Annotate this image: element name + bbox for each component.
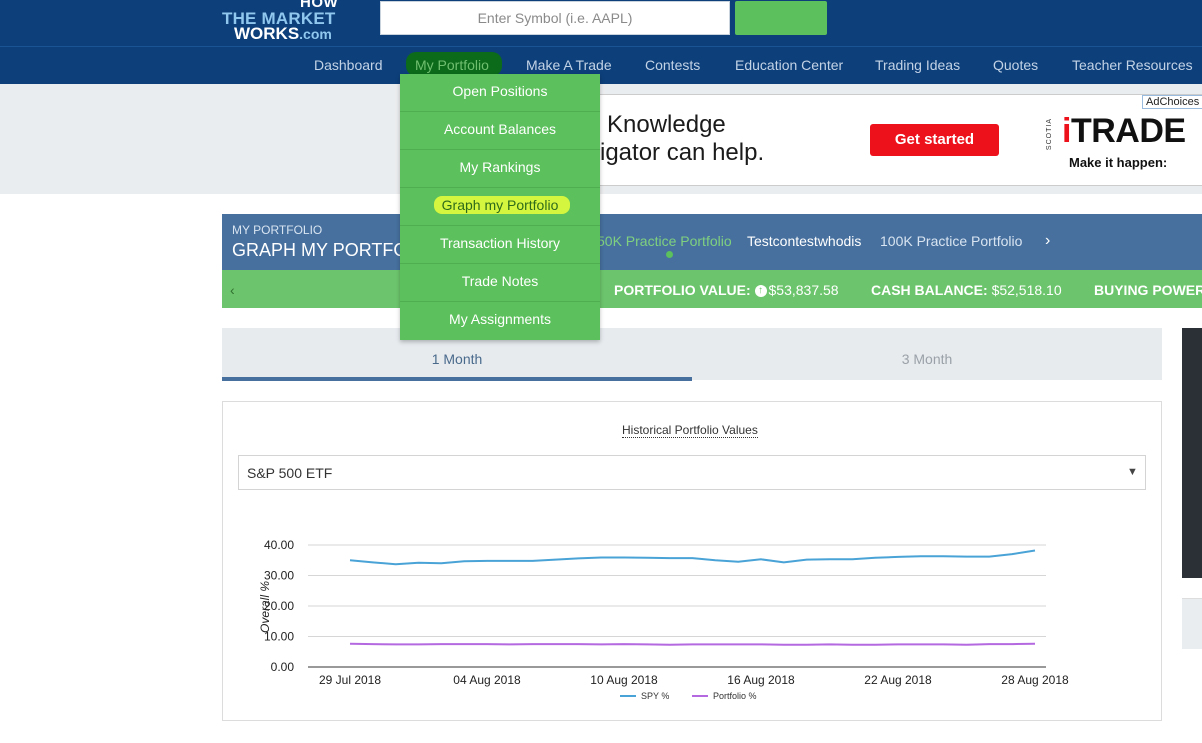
menu-item-trade-notes[interactable]: Trade Notes: [400, 264, 600, 302]
x-tick-label: 28 Aug 2018: [1001, 673, 1069, 687]
menu-item-my-rankings[interactable]: My Rankings: [400, 150, 600, 188]
legend-label: Portfolio %: [713, 691, 757, 701]
portfolio-line-chart: 40.0030.0020.0010.000.00 29 Jul 2018 04 A…: [258, 538, 1069, 701]
nav-teacher-resources[interactable]: Teacher Resources: [1072, 57, 1193, 73]
nav-make-a-trade[interactable]: Make A Trade: [526, 57, 612, 73]
nav-my-portfolio[interactable]: My Portfolio: [415, 57, 489, 73]
ad-get-started-button[interactable]: Get started: [870, 124, 999, 156]
x-tick-label: 29 Jul 2018: [319, 673, 381, 687]
ad-headline-2: igator can help.: [600, 139, 765, 166]
site-logo[interactable]: HOW THE MARKET WORKS.com: [222, 0, 342, 44]
y-axis-label: Overall %: [258, 581, 272, 633]
nav-education-center[interactable]: Education Center: [735, 57, 843, 73]
cash-balance-label: CASH BALANCE:: [871, 282, 988, 298]
portfolio-value-stat: PORTFOLIO VALUE: ↑ $53,837.58: [614, 282, 839, 298]
spy-series-line: [349, 549, 1036, 566]
buying-power-label: BUYING POWER:: [1094, 282, 1202, 298]
x-tick-label: 10 Aug 2018: [590, 673, 658, 687]
nav-contests[interactable]: Contests: [645, 57, 700, 73]
x-axis-ticks: 29 Jul 2018 04 Aug 2018 10 Aug 2018 16 Aug …: [319, 673, 1069, 687]
cash-balance-value: $52,518.10: [991, 282, 1062, 298]
x-tick-label: 04 Aug 2018: [453, 673, 521, 687]
menu-item-account-balances[interactable]: Account Balances: [400, 112, 600, 150]
chevron-left-icon[interactable]: ‹: [230, 282, 235, 298]
menu-item-transaction-history[interactable]: Transaction History: [400, 226, 600, 264]
portfolio-tab-100k[interactable]: 100K Practice Portfolio: [880, 233, 1022, 249]
ad-brand-vertical: SCOTIA: [1046, 118, 1053, 151]
nav-dashboard[interactable]: Dashboard: [314, 57, 383, 73]
active-tab-dot: [666, 251, 673, 258]
y-tick-label: 30.00: [264, 569, 294, 583]
portfolio-kicker: MY PORTFOLIO: [232, 223, 323, 237]
menu-item-my-assignments[interactable]: My Assignments: [400, 302, 600, 340]
buying-power-stat: BUYING POWER:: [1094, 282, 1202, 298]
portfolio-value: $53,837.58: [768, 282, 839, 298]
ad-headline-1: Knowledge: [607, 111, 726, 138]
y-tick-label: 40.00: [264, 538, 294, 552]
portfolio-series-line: [349, 642, 1036, 646]
active-tab-underline: [222, 377, 692, 381]
y-tick-label: 0.00: [271, 660, 295, 674]
menu-item-open-positions[interactable]: Open Positions: [400, 74, 600, 112]
chart-title: Historical Portfolio Values: [622, 423, 758, 438]
compare-select-value: S&P 500 ETF: [247, 465, 333, 481]
logo-line-3: WORKS.com: [234, 24, 332, 43]
arrow-up-circle-icon: ↑: [754, 285, 767, 298]
cash-balance-stat: CASH BALANCE: $52,518.10: [871, 282, 1062, 298]
nav-trading-ideas[interactable]: Trading Ideas: [875, 57, 960, 73]
side-panel-fragment: [1182, 598, 1202, 649]
x-tick-label: 22 Aug 2018: [864, 673, 932, 687]
chart-legend: SPY % Portfolio %: [620, 691, 757, 701]
caret-down-icon: ▼: [1127, 466, 1138, 478]
x-tick-label: 16 Aug 2018: [727, 673, 795, 687]
portfolio-tab-testcontest[interactable]: Testcontestwhodis: [747, 233, 861, 249]
compare-benchmark-select[interactable]: [238, 455, 1146, 490]
chart-series: [349, 549, 1036, 646]
side-ad-image[interactable]: [1182, 328, 1202, 578]
tab-3-month[interactable]: 3 Month: [692, 328, 1162, 380]
search-go-button[interactable]: [735, 1, 827, 35]
symbol-search-input[interactable]: [380, 1, 730, 35]
adchoices-link[interactable]: AdChoices: [1142, 95, 1202, 109]
legend-label: SPY %: [641, 691, 669, 701]
ad-tagline: Make it happen:: [1069, 155, 1168, 170]
portfolio-tab-50k[interactable]: 50K Practice Portfolio: [597, 233, 732, 249]
portfolio-value-label: PORTFOLIO VALUE:: [614, 282, 751, 298]
nav-quotes[interactable]: Quotes: [993, 57, 1038, 73]
menu-item-graph-my-portfolio[interactable]: Graph my Portfolio: [400, 188, 600, 226]
itrade-logo: iTRADE: [1062, 112, 1186, 150]
chevron-right-icon[interactable]: ›: [1045, 232, 1050, 250]
